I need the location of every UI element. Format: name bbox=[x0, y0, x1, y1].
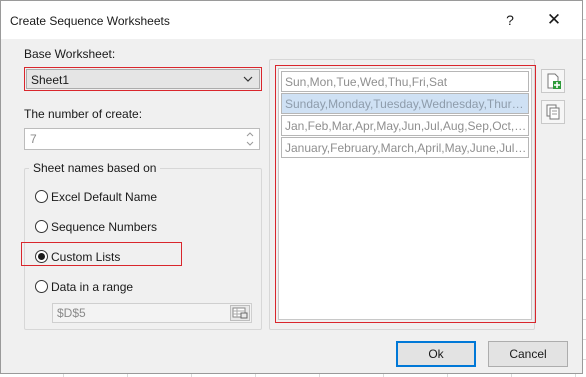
title-bar: Create Sequence Worksheets ? ✕ bbox=[1, 1, 582, 39]
radio-label-custom-lists: Custom Lists bbox=[51, 250, 121, 264]
range-input[interactable]: $D$5 bbox=[52, 303, 252, 323]
base-worksheet-label: Base Worksheet: bbox=[24, 47, 116, 61]
copy-list-button[interactable] bbox=[541, 100, 565, 124]
base-worksheet-value: Sheet1 bbox=[31, 73, 70, 87]
range-input-value: $D$5 bbox=[57, 306, 86, 320]
radio-data-in-range[interactable] bbox=[35, 280, 48, 293]
radio-sequence-numbers[interactable] bbox=[35, 220, 48, 233]
sheet-names-legend: Sheet names based on bbox=[29, 161, 161, 175]
radio-label-data-in-range: Data in a range bbox=[51, 280, 134, 294]
custom-list-item-selected[interactable]: Sunday,Monday,Tuesday,Wednesday,Thursday… bbox=[281, 93, 529, 114]
create-sequence-worksheets-dialog: Create Sequence Worksheets ? ✕ Base Work… bbox=[0, 0, 583, 374]
close-button[interactable]: ✕ bbox=[537, 7, 571, 33]
number-to-create-stepper[interactable]: 7 bbox=[24, 128, 260, 150]
cancel-button[interactable]: Cancel bbox=[488, 341, 568, 367]
range-select-button[interactable] bbox=[230, 305, 250, 321]
custom-lists-listbox[interactable]: Sun,Mon,Tue,Wed,Thu,Fri,Sat Sunday,Monda… bbox=[278, 68, 532, 320]
radio-custom-lists[interactable] bbox=[35, 250, 48, 263]
add-list-icon bbox=[547, 73, 561, 89]
dialog-title: Create Sequence Worksheets bbox=[10, 14, 170, 28]
help-button[interactable]: ? bbox=[495, 7, 525, 33]
custom-list-item[interactable]: Sun,Mon,Tue,Wed,Thu,Fri,Sat bbox=[281, 71, 529, 92]
range-select-icon bbox=[232, 307, 248, 319]
radio-label-excel-default-name: Excel Default Name bbox=[51, 190, 158, 204]
spin-up-icon[interactable] bbox=[243, 130, 257, 139]
radio-excel-default-name[interactable] bbox=[35, 190, 48, 203]
number-to-create-value: 7 bbox=[30, 132, 37, 146]
add-list-button[interactable] bbox=[541, 69, 565, 93]
base-worksheet-select[interactable]: Sheet1 bbox=[26, 69, 260, 89]
spin-down-icon[interactable] bbox=[243, 139, 257, 148]
number-to-create-label: The number of create: bbox=[24, 107, 143, 121]
base-worksheet-combo-highlight: Sheet1 bbox=[24, 67, 262, 91]
radio-label-sequence-numbers: Sequence Numbers bbox=[51, 220, 158, 234]
ok-button[interactable]: Ok bbox=[396, 341, 476, 367]
chevron-down-icon bbox=[243, 76, 253, 82]
custom-list-item[interactable]: January,February,March,April,May,June,Ju… bbox=[281, 137, 529, 158]
copy-list-icon bbox=[546, 104, 560, 120]
custom-list-item[interactable]: Jan,Feb,Mar,Apr,May,Jun,Jul,Aug,Sep,Oct,… bbox=[281, 115, 529, 136]
